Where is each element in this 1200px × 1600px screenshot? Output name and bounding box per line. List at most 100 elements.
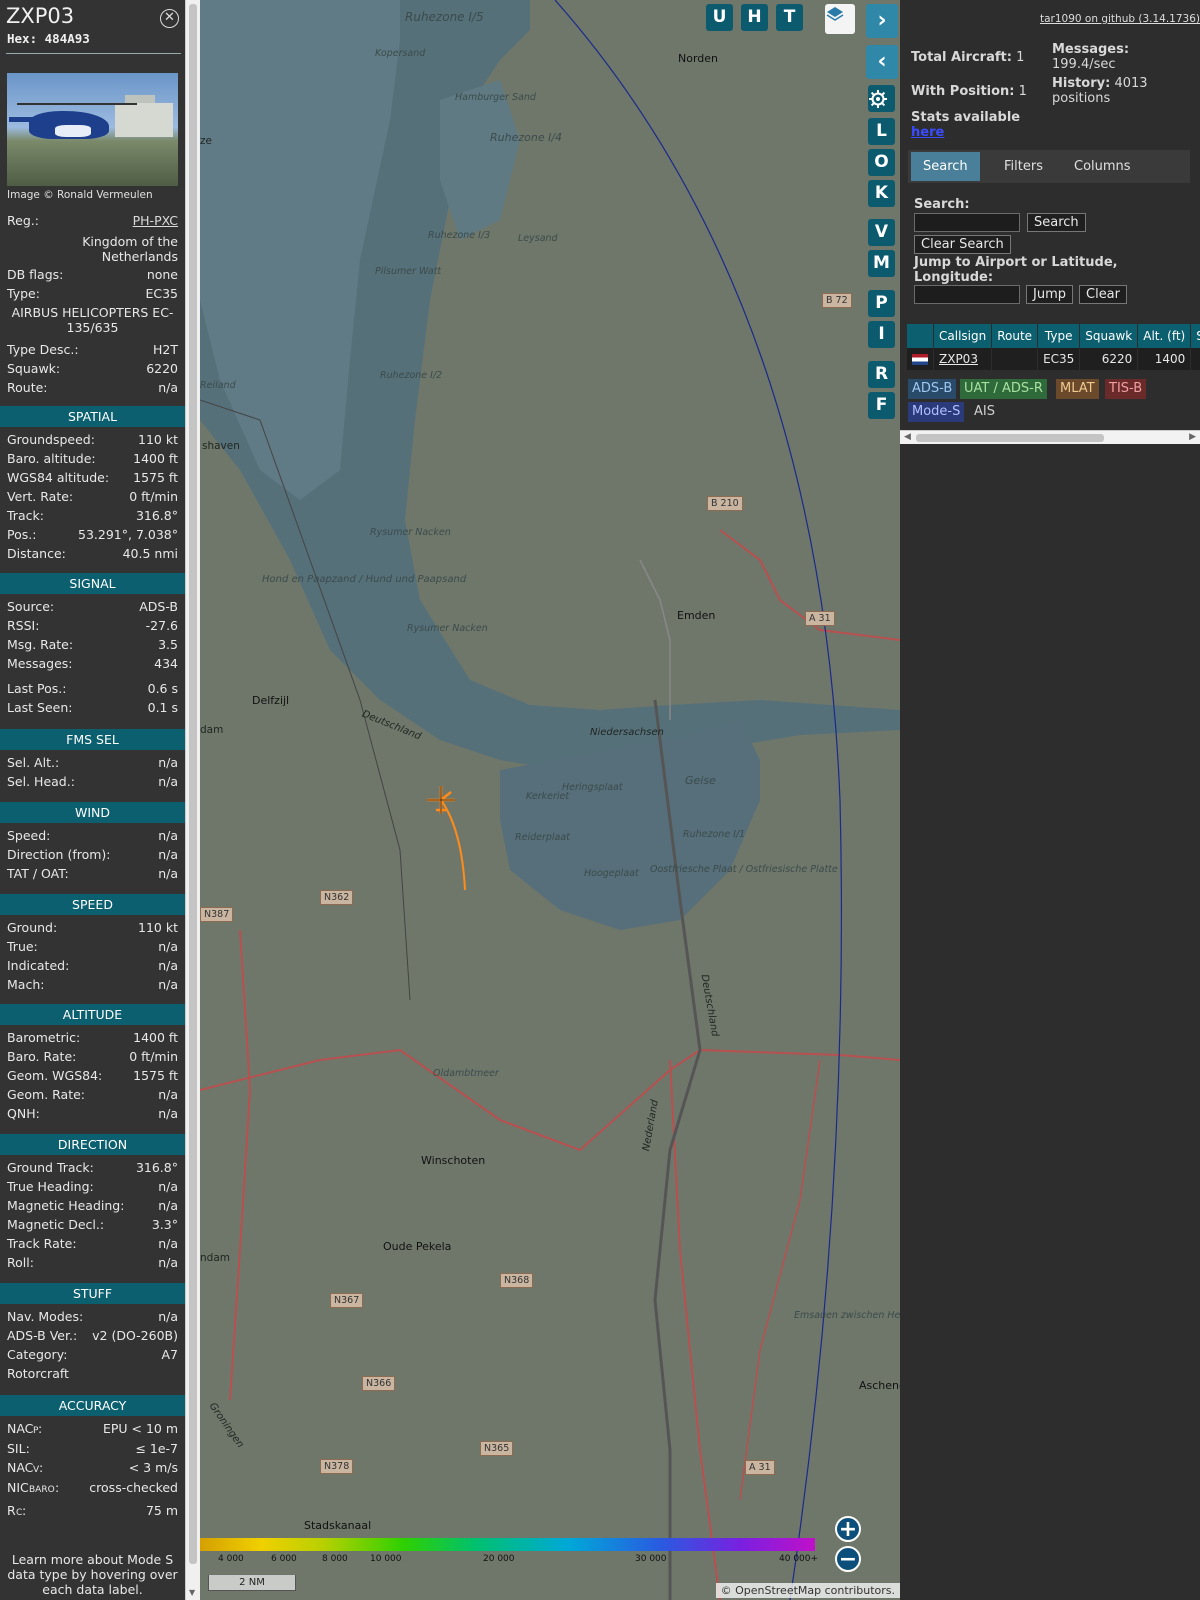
info-label[interactable]: Magnetic Heading: — [7, 1198, 124, 1213]
info-label[interactable]: Baro. Rate: — [7, 1049, 76, 1064]
column-header-route[interactable]: Route — [991, 324, 1039, 348]
info-label[interactable]: Mach: — [7, 977, 44, 992]
info-label[interactable]: Groundspeed: — [7, 432, 95, 447]
info-label[interactable]: Nav. Modes: — [7, 1309, 83, 1324]
info-label[interactable]: DB flags: — [7, 267, 63, 282]
info-label[interactable]: SIL: — [7, 1441, 30, 1456]
info-label[interactable]: Distance: — [7, 546, 66, 561]
map-attribution[interactable]: © OpenStreetMap contributors. — [715, 1583, 900, 1598]
column-header-speed[interactable]: Spd. — [1190, 324, 1200, 348]
info-label[interactable]: Category: — [7, 1347, 67, 1362]
info-label[interactable]: NAC — [7, 1460, 33, 1475]
toggle-replay-button[interactable]: R — [868, 361, 895, 388]
info-label[interactable]: Speed: — [7, 828, 50, 843]
info-label[interactable]: Track: — [7, 508, 44, 523]
collapse-left-button[interactable]: ‹ — [866, 45, 898, 79]
layers-button[interactable] — [825, 4, 855, 34]
column-header-altitude[interactable]: Alt. (ft) — [1137, 324, 1192, 348]
info-label[interactable]: WGS84 altitude: — [7, 470, 109, 485]
info-label[interactable]: Magnetic Decl.: — [7, 1217, 104, 1232]
legend-modes[interactable]: Mode-S — [908, 402, 965, 422]
info-label[interactable]: Messages: — [7, 656, 73, 671]
info-label[interactable]: NIC — [7, 1480, 29, 1495]
info-label[interactable]: Track Rate: — [7, 1236, 77, 1251]
info-label[interactable]: TAT / OAT: — [7, 866, 69, 881]
info-label[interactable]: Rotorcraft — [7, 1366, 69, 1381]
toggle-info-button[interactable]: I — [868, 321, 895, 348]
jump-button[interactable]: Jump — [1026, 285, 1073, 304]
toggle-tracks-button[interactable]: T — [776, 4, 803, 31]
legend-mlat[interactable]: MLAT — [1056, 379, 1099, 399]
aircraft-photo[interactable] — [7, 73, 178, 186]
search-input[interactable] — [914, 213, 1020, 232]
expand-right-button[interactable]: › — [866, 4, 898, 38]
toggle-heatmap-button[interactable]: H — [741, 4, 768, 31]
search-button[interactable]: Search — [1027, 213, 1086, 232]
zoom-in-button[interactable]: + — [835, 1516, 861, 1542]
info-label[interactable]: Vert. Rate: — [7, 489, 73, 504]
callsign-cell[interactable]: ZXP03 — [933, 348, 993, 370]
table-row[interactable]: ZXP03 EC35 6220 1400 — [907, 348, 1200, 370]
tab-columns[interactable]: Columns — [1062, 152, 1143, 181]
info-label[interactable]: Sel. Head.: — [7, 774, 75, 789]
toggle-view-button[interactable]: V — [868, 219, 895, 246]
toggle-units-button[interactable]: U — [706, 4, 733, 31]
legend-ais[interactable]: AIS — [970, 402, 999, 422]
info-label[interactable]: Direction (from): — [7, 847, 111, 862]
scrollbar-thumb[interactable] — [189, 4, 197, 1564]
map-view[interactable]: Ruhezone I/5 Kopersand Hamburger Sand Ru… — [200, 0, 900, 1600]
info-label[interactable]: Msg. Rate: — [7, 637, 73, 652]
info-label[interactable]: Indicated: — [7, 958, 69, 973]
legend-uat[interactable]: UAT / ADS-R — [960, 379, 1047, 399]
tab-filters[interactable]: Filters — [992, 152, 1055, 181]
info-label[interactable]: Reg.: — [7, 213, 39, 228]
info-label[interactable]: Last Pos.: — [7, 681, 66, 696]
info-label[interactable]: NAC — [7, 1421, 33, 1436]
table-horizontal-scrollbar[interactable]: ◀ ▶ — [900, 430, 1200, 444]
clear-jump-button[interactable]: Clear — [1079, 285, 1127, 304]
toggle-follow-button[interactable]: F — [868, 392, 895, 419]
column-header-flag[interactable] — [907, 324, 934, 348]
info-label[interactable]: Ground: — [7, 920, 57, 935]
info-label[interactable]: Last Seen: — [7, 700, 72, 715]
column-header-squawk[interactable]: Squawk — [1079, 324, 1139, 348]
info-label[interactable]: Geom. WGS84: — [7, 1068, 102, 1083]
left-panel-scrollbar[interactable]: ▲ ▼ — [185, 0, 200, 1600]
legend-tisb[interactable]: TIS-B — [1105, 379, 1147, 399]
registration-link[interactable]: PH-PXC — [133, 213, 178, 228]
info-label[interactable]: QNH: — [7, 1106, 40, 1121]
info-label[interactable]: Pos.: — [7, 527, 36, 542]
column-header-callsign[interactable]: Callsign — [933, 324, 993, 348]
info-label[interactable]: Sel. Alt.: — [7, 755, 59, 770]
info-label[interactable]: Ground Track: — [7, 1160, 94, 1175]
info-label[interactable]: True: — [7, 939, 38, 954]
toggle-extended-labels-button[interactable]: O — [868, 149, 895, 176]
stats-link[interactable]: here — [911, 125, 944, 140]
info-label[interactable]: Type Desc.: — [7, 342, 79, 357]
toggle-track-labels-button[interactable]: K — [868, 180, 895, 207]
close-panel-button[interactable]: ✕ — [160, 9, 179, 28]
info-label[interactable]: ADS-B Ver.: — [7, 1328, 77, 1343]
column-header-type[interactable]: Type — [1037, 324, 1081, 348]
info-label[interactable]: Roll: — [7, 1255, 34, 1270]
info-label[interactable]: Type: — [7, 286, 40, 301]
tab-search[interactable]: Search — [911, 152, 980, 181]
toggle-labels-button[interactable]: L — [868, 118, 895, 145]
scrollbar-thumb[interactable] — [916, 434, 1104, 442]
legend-adsb[interactable]: ADS-B — [908, 379, 957, 399]
toggle-persistence-button[interactable]: P — [868, 290, 895, 317]
info-label[interactable]: Geom. Rate: — [7, 1087, 85, 1102]
github-link[interactable]: tar1090 on github (3.14.1736) — [1040, 13, 1200, 25]
info-label[interactable]: RSSI: — [7, 618, 39, 633]
toggle-multiselect-button[interactable]: M — [868, 250, 895, 277]
clear-search-button[interactable]: Clear Search — [914, 235, 1011, 254]
zoom-out-button[interactable]: − — [835, 1546, 861, 1572]
info-label[interactable]: Route: — [7, 380, 48, 395]
info-label[interactable]: Barometric: — [7, 1030, 80, 1045]
settings-button[interactable] — [868, 85, 895, 112]
info-label[interactable]: Baro. altitude: — [7, 451, 96, 466]
info-label[interactable]: R — [7, 1503, 16, 1518]
info-label[interactable]: True Heading: — [7, 1179, 94, 1194]
info-label[interactable]: Source: — [7, 599, 54, 614]
jump-input[interactable] — [914, 285, 1020, 304]
